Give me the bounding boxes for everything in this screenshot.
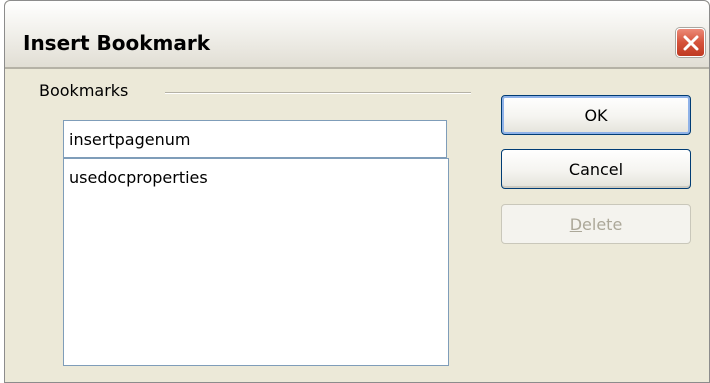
list-item[interactable]: usedocproperties [64, 159, 448, 187]
ok-button[interactable]: OK [501, 95, 691, 135]
bookmarks-group-label: Bookmarks [39, 81, 135, 100]
close-icon [683, 35, 698, 50]
delete-button-label: elete [582, 214, 623, 234]
bookmark-name-input[interactable] [63, 120, 447, 158]
cancel-button[interactable]: Cancel [501, 149, 691, 189]
close-button[interactable] [676, 28, 705, 57]
delete-mnemonic: D [569, 214, 583, 234]
bookmark-list[interactable]: usedocproperties [63, 158, 449, 366]
group-divider [165, 92, 471, 94]
title-bar[interactable]: Insert Bookmark [5, 1, 709, 69]
ok-button-label: OK [584, 105, 608, 125]
insert-bookmark-dialog: Insert Bookmark Bookmarks usedocproperti… [4, 0, 710, 383]
delete-button[interactable]: Delete [501, 204, 691, 244]
dialog-title: Insert Bookmark [23, 31, 211, 55]
cancel-button-label: Cancel [568, 159, 624, 179]
